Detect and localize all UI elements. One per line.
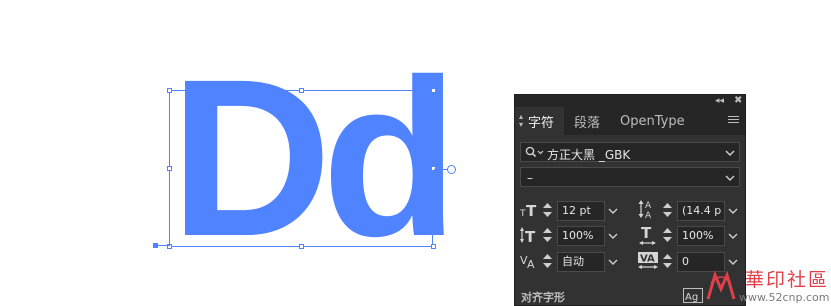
selection-frame[interactable] [169, 90, 433, 247]
svg-text:T: T [526, 202, 537, 219]
font-style-value: – [527, 171, 533, 185]
vertical-scale-stepper[interactable] [541, 225, 554, 245]
font-size-stepper[interactable] [541, 200, 554, 220]
watermark-url: www.52cnp.com [739, 291, 830, 304]
baseline-anchor[interactable] [153, 243, 158, 248]
vertical-scale-input[interactable]: 100% [557, 226, 605, 246]
tab-paragraph[interactable]: 段落 [564, 107, 610, 135]
selection-handle-br[interactable] [431, 244, 436, 249]
watermark-title: 華印社區 [745, 269, 830, 291]
font-style-select[interactable]: – [520, 167, 740, 187]
text-port-line [434, 169, 448, 170]
leading-stepper[interactable] [661, 200, 674, 220]
horizontal-scale-stepper[interactable] [661, 225, 674, 245]
font-family-select[interactable]: 方正大黑 _GBK [520, 142, 740, 162]
svg-text:A: A [645, 201, 652, 211]
vertical-scale-icon: T [520, 226, 538, 244]
tracking-stepper[interactable] [661, 251, 674, 271]
svg-text:T: T [641, 224, 652, 242]
font-size-icon: TT [520, 201, 538, 219]
watermark-logo [705, 269, 737, 303]
text-out-port[interactable] [447, 165, 456, 174]
tab-opentype[interactable]: OpenType [610, 107, 695, 135]
horizontal-scale-icon: T [638, 224, 658, 246]
chevron-down-icon[interactable] [723, 146, 737, 160]
chevron-down-icon[interactable] [606, 253, 620, 271]
watermark: 華印社區 www.52cnp.com [705, 265, 831, 306]
selection-handle-tm[interactable] [299, 88, 304, 93]
svg-text:A: A [527, 258, 535, 270]
leading-icon: AA [638, 198, 658, 220]
svg-text:T: T [525, 228, 536, 244]
chevron-down-icon[interactable] [726, 202, 740, 220]
panel-titlebar[interactable]: ◂◂ ✖ [515, 95, 745, 107]
close-icon[interactable]: ✖ [734, 95, 742, 107]
glyph-bounds-icon[interactable]: Ag [683, 288, 703, 303]
chevron-down-icon[interactable] [723, 171, 737, 185]
chevron-down-icon[interactable] [606, 227, 620, 245]
chevron-down-icon[interactable] [726, 227, 740, 245]
svg-text:Ag: Ag [685, 292, 698, 303]
selection-handle-bm[interactable] [299, 244, 304, 249]
selection-handle-ml[interactable] [167, 166, 172, 171]
leading-input[interactable]: (14.4 p [677, 201, 725, 221]
kerning-icon: VA [520, 252, 538, 270]
tab-character-label: 字符 [528, 115, 555, 131]
collapse-icon[interactable]: ◂◂ [715, 95, 724, 107]
tracking-icon: VA [637, 251, 659, 271]
panel-menu-icon[interactable] [728, 114, 739, 126]
svg-text:VA: VA [640, 254, 655, 265]
tab-opentype-label: OpenType [620, 113, 685, 129]
kerning-input[interactable]: 自动 [557, 252, 605, 272]
tab-character[interactable]: ▴ ▾ 字符 [515, 107, 565, 135]
font-size-input[interactable]: 12 pt [557, 201, 605, 221]
horizontal-scale-input[interactable]: 100% [677, 226, 725, 246]
kerning-stepper[interactable] [541, 251, 554, 271]
align-glyphs-label: 对齐字形 [521, 291, 565, 304]
svg-text:A: A [645, 211, 652, 220]
font-family-value: 方正大黑 _GBK [547, 148, 631, 162]
panel-tabs: ▴ ▾ 字符 段落 OpenType [515, 107, 745, 135]
tab-paragraph-label: 段落 [574, 115, 601, 131]
selection-handle-tl[interactable] [167, 88, 172, 93]
chevron-down-icon[interactable] [606, 202, 620, 220]
search-icon [525, 146, 545, 159]
selection-handle-tr[interactable] [431, 88, 436, 93]
tab-options-icon: ▴ ▾ [519, 112, 524, 129]
